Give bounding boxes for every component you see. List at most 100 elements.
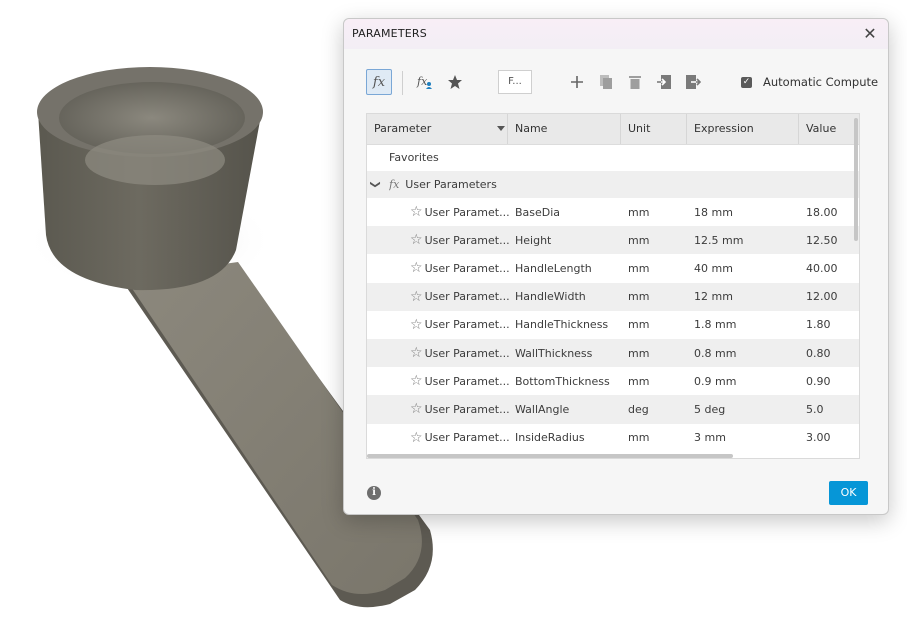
add-icon[interactable] — [564, 69, 590, 95]
expression-cell-text: 0.9 mm — [694, 374, 737, 388]
filter-field[interactable]: F... — [498, 70, 532, 94]
parameter-cell-text: User Paramet... — [424, 318, 510, 332]
horizontal-scrollbar[interactable] — [367, 454, 733, 458]
favorite-star-icon[interactable]: ☆ — [410, 204, 423, 220]
favorites-row[interactable]: Favorites — [367, 144, 859, 171]
favorite-star-icon[interactable]: ☆ — [410, 232, 423, 248]
favorite-star-icon[interactable]: ☆ — [410, 345, 423, 361]
dialog-titlebar[interactable]: PARAMETERS ✕ — [344, 19, 888, 49]
favorite-star-icon[interactable]: ☆ — [410, 430, 423, 446]
unit-cell-text: mm — [628, 205, 650, 219]
name-cell: WallThickness — [515, 339, 592, 367]
expression-cell-text: 12 mm — [694, 290, 733, 304]
automatic-compute-checkbox[interactable]: ✓ — [741, 76, 752, 88]
parameters-dialog: PARAMETERS ✕ fx fx F... ✓ Automatic Comp… — [343, 18, 889, 515]
unit-cell-text: deg — [628, 402, 649, 416]
close-button[interactable]: ✕ — [860, 24, 880, 44]
sort-caret-icon[interactable] — [497, 126, 505, 131]
unit-cell: mm — [628, 367, 649, 395]
parameter-cell-text: User Paramet... — [424, 346, 510, 360]
favorite-star-icon[interactable]: ☆ — [410, 373, 423, 389]
value-cell-text: 3.00 — [806, 431, 831, 445]
name-cell-text: Height — [515, 233, 552, 247]
vertical-scrollbar[interactable] — [854, 118, 858, 241]
expression-cell-text: 1.8 mm — [694, 318, 737, 332]
expression-cell-text: 40 mm — [694, 261, 733, 275]
chevron-down-icon[interactable]: ❯ — [370, 180, 381, 188]
name-cell: HandleWidth — [515, 283, 586, 311]
parameter-cell: ☆ User Paramet... — [410, 424, 510, 452]
value-cell: 1.80 — [806, 311, 831, 339]
column-header-unit[interactable]: Unit — [621, 114, 687, 144]
value-cell-text: 0.80 — [806, 346, 831, 360]
value-cell: 0.80 — [806, 339, 831, 367]
value-cell: 3.00 — [806, 424, 831, 452]
expression-cell-text: 12.5 mm — [694, 233, 744, 247]
name-cell-text: BottomThickness — [515, 374, 610, 388]
ok-button[interactable]: OK — [829, 481, 868, 505]
table-row[interactable]: ☆ User Paramet... HandleLength mm 40 mm 40.00 — [367, 254, 859, 282]
expression-cell[interactable]: 12.5 mm — [694, 226, 743, 254]
expression-cell-text: 18 mm — [694, 205, 733, 219]
expression-cell[interactable]: 18 mm — [694, 198, 733, 226]
table-row[interactable]: ☆ User Paramet... BaseDia mm 18 mm 18.00 — [367, 198, 859, 226]
column-header-parameter[interactable]: Parameter — [367, 114, 508, 144]
parameter-cell-text: User Paramet... — [424, 205, 510, 219]
table-row[interactable]: ☆ User Paramet... Height mm 12.5 mm 12.50 — [367, 226, 859, 255]
expression-cell[interactable]: 0.9 mm — [694, 367, 736, 395]
table-row[interactable]: ☆ User Paramet... WallAngle deg 5 deg 5.0 — [367, 395, 859, 424]
expression-cell[interactable]: 3 mm — [694, 424, 726, 452]
expression-cell-text: 0.8 mm — [694, 346, 737, 360]
star-icon[interactable] — [442, 69, 468, 95]
value-cell-text: 18.00 — [806, 205, 838, 219]
table-row[interactable]: ☆ User Paramet... InsideRadius mm 3 mm 3.00 — [367, 424, 859, 452]
column-header-name[interactable]: Name — [508, 114, 621, 144]
expression-cell[interactable]: 0.8 mm — [694, 339, 736, 367]
name-cell: HandleThickness — [515, 311, 608, 339]
parameters-table: Parameter Name Unit Expression Value Fav… — [366, 113, 860, 459]
name-cell-text: WallThickness — [515, 346, 593, 360]
unit-cell: mm — [628, 424, 649, 452]
import-icon[interactable] — [651, 69, 677, 95]
automatic-compute-label: Automatic Compute — [763, 75, 879, 89]
expression-cell[interactable]: 1.8 mm — [694, 311, 736, 339]
name-cell: WallAngle — [515, 395, 569, 423]
parameter-cell-text: User Paramet... — [424, 261, 510, 275]
table-row[interactable]: ☆ User Paramet... HandleWidth mm 12 mm 12.00 — [367, 282, 859, 311]
parameter-cell-text: User Paramet... — [424, 431, 510, 445]
user-parameters-group-row[interactable]: ❯ fx User Parameters — [367, 171, 859, 198]
info-icon[interactable]: i — [367, 486, 381, 500]
delete-icon[interactable] — [622, 69, 648, 95]
value-cell-text: 0.90 — [806, 374, 831, 388]
table-row[interactable]: ☆ User Paramet... WallThickness mm 0.8 mm 0.8… — [367, 338, 859, 368]
expression-cell-text: 3 mm — [694, 431, 726, 445]
name-cell-text: WallAngle — [515, 402, 570, 416]
favorite-star-icon[interactable]: ☆ — [410, 260, 423, 276]
parameter-cell: ☆ User Paramet... — [410, 395, 510, 423]
parameter-cell: ☆ User Paramet... — [410, 283, 510, 311]
table-row[interactable]: ☆ User Paramet... HandleThickness mm 1.8 mm 1… — [367, 311, 859, 339]
name-cell-text: HandleWidth — [515, 290, 586, 304]
favorite-star-icon[interactable]: ☆ — [410, 401, 423, 417]
parameter-cell: ☆ User Paramet... — [410, 311, 510, 339]
favorite-star-icon[interactable]: ☆ — [410, 289, 423, 305]
favorite-star-icon[interactable]: ☆ — [410, 317, 423, 333]
automatic-compute-toggle[interactable]: ✓ Automatic Compute — [741, 72, 878, 92]
value-cell: 12.00 — [806, 283, 838, 311]
name-cell: BaseDia — [515, 198, 560, 226]
parameter-cell: ☆ User Paramet... — [410, 339, 510, 367]
value-cell: 12.50 — [806, 226, 838, 254]
column-header-value[interactable]: Value — [799, 114, 859, 144]
expression-cell[interactable]: 40 mm — [694, 254, 733, 282]
user-fx-icon[interactable]: fx — [412, 69, 438, 95]
copy-icon[interactable] — [593, 69, 619, 95]
column-header-expression[interactable]: Expression — [687, 114, 799, 144]
table-row[interactable]: ☆ User Paramet... BottomThickness mm 0.9 mm 0… — [367, 367, 859, 395]
value-cell: 5.0 — [806, 395, 824, 423]
svg-text:fx: fx — [416, 75, 428, 88]
expression-cell[interactable]: 5 deg — [694, 395, 725, 423]
horizontal-scroll-track — [367, 450, 859, 458]
export-icon[interactable] — [680, 69, 706, 95]
fx-icon[interactable]: fx — [366, 69, 392, 95]
expression-cell[interactable]: 12 mm — [694, 283, 733, 311]
